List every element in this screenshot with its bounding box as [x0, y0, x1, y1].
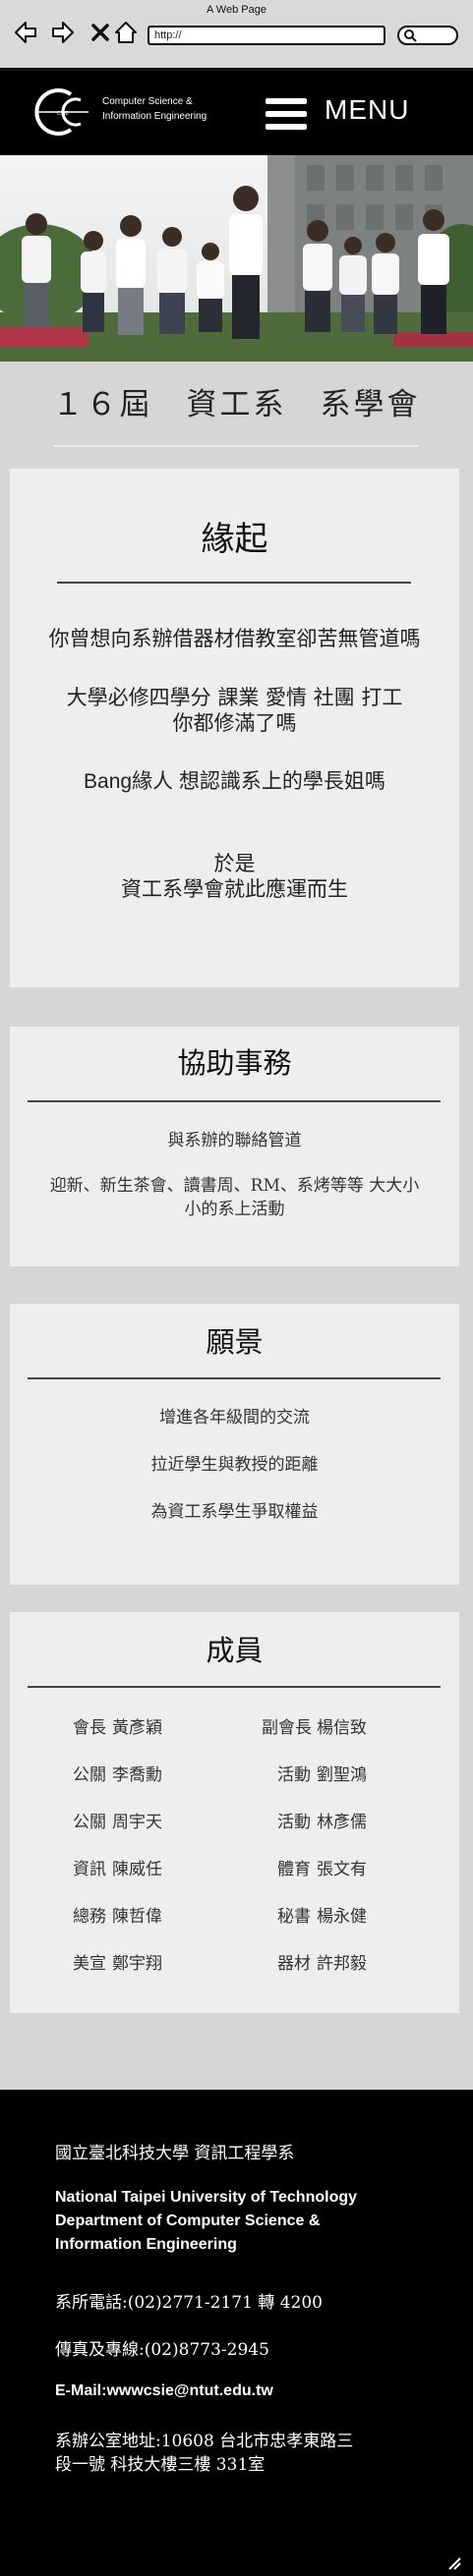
member-role: 公關	[73, 1765, 106, 1785]
member-name: 許邦毅	[317, 1954, 367, 1974]
member-name: 黃彥穎	[112, 1718, 162, 1738]
footer-school-en-line: Department of Computer Science &	[55, 2212, 321, 2229]
origin-heading: 緣起	[201, 520, 268, 559]
page-title: １６屆 資工系 系學會	[52, 387, 421, 422]
member-name: 陳哲偉	[112, 1907, 162, 1927]
services-text: 迎新、新生茶會、讀書周、RM、系烤等等 大大小	[49, 1176, 420, 1196]
services-divider	[28, 1100, 441, 1102]
member-entry: 公關 周宇天	[73, 1808, 162, 1832]
footer-school-zh: 國立臺北科技大學 資訊工程學系	[55, 2144, 295, 2163]
origin-card: 緣起 你曾想向系辦借器材借教室卻苦無管道嗎 大學必修四學分 課業 愛情 社團 打…	[10, 469, 459, 987]
member-entry: 公關 李喬勳	[73, 1761, 162, 1785]
menu-button[interactable]: MENU	[325, 94, 409, 126]
members-card: 成員 會長 黃彥穎 公關 李喬勳 公關 周宇天 資訊 陳威任 總務 陳哲偉 美宣 鄭宇翔 副…	[10, 1612, 459, 2013]
member-name: 李喬勳	[112, 1765, 162, 1785]
member-name: 林彥儒	[317, 1813, 367, 1832]
members-divider	[28, 1686, 441, 1688]
member-entry: 美宣 鄭宇翔	[73, 1949, 162, 1974]
member-entry: 資訊 陳威任	[73, 1855, 162, 1879]
footer-email-link[interactable]: E-Mail:wwwcsie@ntut.edu.tw	[55, 2382, 273, 2400]
member-entry: 秘書 楊永健	[277, 1902, 367, 1927]
hamburger-menu-icon[interactable]	[266, 97, 307, 131]
origin-text: 大學必修四學分 課業 愛情 社團 打工	[66, 686, 403, 709]
member-role: 副會長	[262, 1718, 312, 1738]
member-role: 活動	[277, 1765, 311, 1785]
member-name: 劉聖鴻	[317, 1765, 367, 1785]
site-footer: 國立臺北科技大學 資訊工程學系 National Taipei Universi…	[0, 2090, 473, 2576]
vision-text: 拉近學生與教授的距離	[150, 1455, 319, 1475]
vision-heading: 願景	[206, 1325, 264, 1359]
member-entry: 體育 張文有	[277, 1855, 367, 1879]
footer-school-en: National Taipei University of Technology…	[55, 2186, 448, 2257]
logo-text-line: Computer Science &	[102, 96, 193, 107]
member-entry: 副會長 楊信致	[262, 1713, 367, 1738]
vision-card: 願景 增進各年級間的交流 拉近學生與教授的距離 為資工系學生爭取權益	[10, 1304, 459, 1585]
search-icon	[404, 29, 417, 42]
member-name: 張文有	[317, 1860, 367, 1879]
footer-school-en-line: Information Engineering	[55, 2236, 237, 2253]
group-photo	[0, 155, 473, 362]
home-icon[interactable]	[114, 20, 138, 45]
member-role: 器材	[277, 1954, 311, 1974]
member-role: 資訊	[73, 1860, 106, 1879]
stop-icon[interactable]	[89, 20, 112, 45]
vision-divider	[28, 1377, 441, 1379]
footer-school-en-line: National Taipei University of Technology	[55, 2189, 358, 2206]
member-name: 鄭宇翔	[112, 1954, 162, 1974]
origin-text: 你曾想向系辦借器材借教室卻苦無管道嗎	[48, 627, 421, 650]
logo-text-line: Information Engineering	[102, 111, 207, 122]
services-heading: 協助事務	[177, 1046, 292, 1080]
member-entry: 器材 許邦毅	[277, 1949, 367, 1974]
member-role: 秘書	[277, 1907, 311, 1927]
member-entry: 活動 劉聖鴻	[277, 1761, 367, 1785]
forward-arrow-icon[interactable]	[51, 20, 75, 45]
member-role: 體育	[277, 1860, 311, 1879]
logo-text: Computer Science & Information Engineeri…	[102, 94, 207, 124]
member-name: 周宇天	[112, 1813, 162, 1832]
search-box[interactable]	[397, 26, 458, 45]
svg-text:CSIE: CSIE	[57, 111, 69, 117]
member-name: 楊信致	[317, 1718, 367, 1738]
vision-text: 為資工系學生爭取權益	[150, 1502, 319, 1522]
footer-phone: 系所電話:(02)2771-2171 轉 4200	[55, 2293, 323, 2313]
origin-text: Bang緣人 想認識系上的學長姐嗎	[84, 770, 385, 793]
member-name: 陳威任	[112, 1860, 162, 1879]
footer-address-line: 系辦公室地址:10608 台北市忠孝東路三	[55, 2432, 354, 2451]
member-role: 總務	[73, 1907, 106, 1927]
csie-logo[interactable]: CSIE	[30, 81, 92, 143]
footer-address: 系辦公室地址:10608 台北市忠孝東路三 段一號 科技大樓三樓 331室	[55, 2430, 353, 2477]
address-bar[interactable]: http://	[148, 26, 385, 45]
site-header: CSIE Computer Science & Information Engi…	[0, 71, 473, 155]
members-heading: 成員	[206, 1634, 264, 1667]
origin-text: 資工系學會就此應運而生	[121, 877, 348, 901]
browser-chrome: A Web Page http://	[0, 0, 473, 71]
member-name: 楊永健	[317, 1907, 367, 1927]
footer-fax: 傳真及專線:(02)8773-2945	[55, 2340, 269, 2360]
member-role: 活動	[277, 1813, 311, 1832]
member-entry: 總務 陳哲偉	[73, 1902, 162, 1927]
window-title: A Web Page	[207, 4, 266, 16]
footer-address-line: 段一號 科技大樓三樓 331室	[55, 2455, 266, 2475]
services-text: 與系辦的聯絡管道	[167, 1131, 302, 1150]
origin-text: 你都修滿了嗎	[172, 711, 297, 735]
vision-text: 增進各年級間的交流	[159, 1408, 310, 1428]
back-arrow-icon[interactable]	[14, 20, 37, 45]
title-divider	[54, 445, 418, 447]
member-entry: 會長 黃彥穎	[73, 1713, 162, 1738]
member-role: 公關	[73, 1813, 106, 1832]
member-entry: 活動 林彥儒	[277, 1808, 367, 1832]
services-card: 協助事務 與系辦的聯絡管道 迎新、新生茶會、讀書周、RM、系烤等等 大大小 小的…	[10, 1027, 459, 1266]
origin-text: 於是	[213, 852, 256, 875]
member-role: 美宣	[73, 1954, 106, 1974]
origin-divider	[57, 582, 411, 584]
member-role: 會長	[73, 1718, 106, 1738]
resize-grip-icon[interactable]	[447, 2556, 461, 2570]
services-text: 小的系上活動	[184, 1200, 285, 1219]
